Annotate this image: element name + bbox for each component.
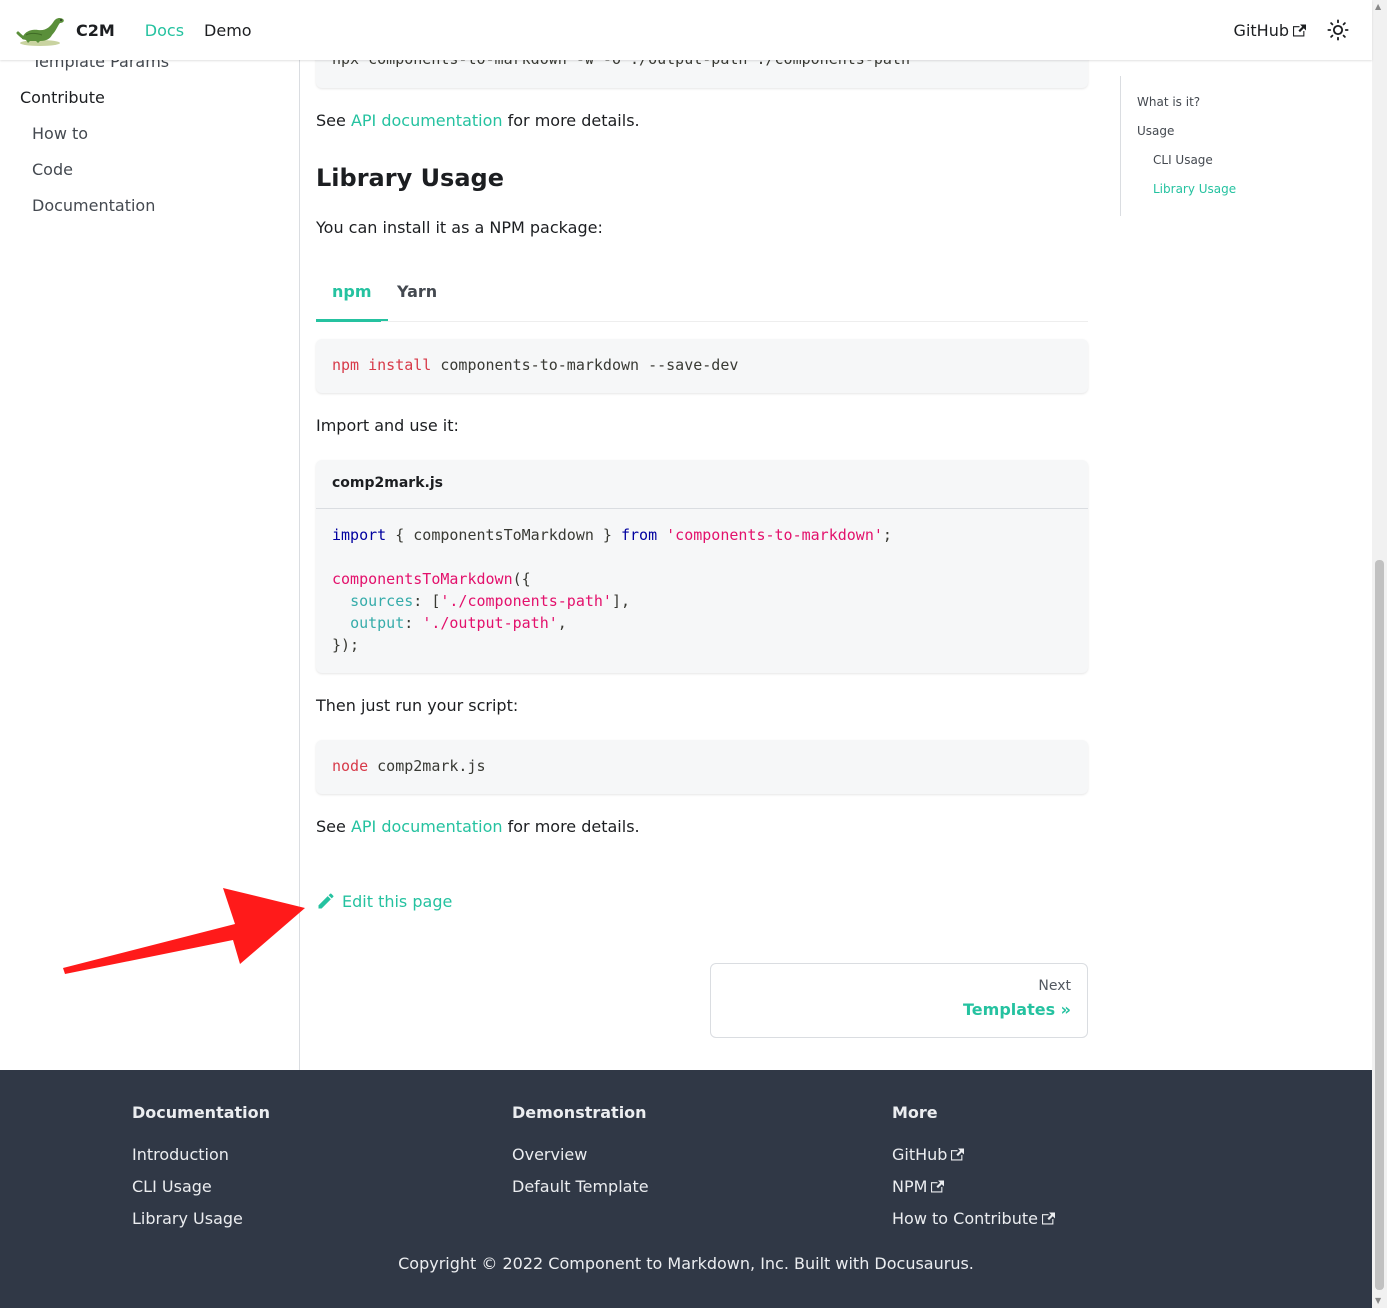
brand-link[interactable]: C2M (16, 13, 115, 47)
pagination-sublabel: Next (1038, 978, 1071, 994)
external-link-icon (931, 1180, 945, 1193)
pagination-next[interactable]: Next Templates » (710, 963, 1088, 1038)
toc-item-what-is-it[interactable]: What is it? (1137, 95, 1200, 109)
sidebar-item-code[interactable]: Code (32, 160, 73, 179)
sidebar-item-how-to[interactable]: How to (32, 124, 88, 143)
code-block-title: comp2mark.js (332, 475, 443, 491)
api-documentation-link-2[interactable]: API documentation (351, 817, 503, 836)
tabs-divider (381, 321, 1088, 322)
code-line-3: componentsToMarkdown({ (332, 570, 531, 588)
footer-link-cli-usage[interactable]: CLI Usage (132, 1177, 212, 1196)
library-usage-heading: Library Usage (316, 164, 504, 192)
run-intro-text: Then just run your script: (316, 696, 519, 715)
nav-link-github[interactable]: GitHub (1234, 21, 1306, 40)
dinosaur-logo-icon (16, 17, 64, 46)
scroll-up-arrow-icon[interactable]: ▲ (1375, 2, 1381, 11)
footer-link-github[interactable]: GitHub (892, 1145, 965, 1164)
footer-link-default-template[interactable]: Default Template (512, 1177, 649, 1196)
toc-item-library-usage[interactable]: Library Usage (1153, 182, 1236, 196)
node-run-code-block: node comp2mark.js (316, 740, 1088, 794)
page-scrollbar[interactable]: ▲ ▼ (1372, 0, 1387, 1308)
pencil-icon (318, 893, 334, 909)
edit-this-page-label: Edit this page (342, 891, 453, 911)
external-link-icon (1041, 1212, 1055, 1225)
see-prefix: See (316, 111, 351, 130)
footer-title-demonstration: Demonstration (512, 1103, 647, 1122)
scroll-down-arrow-icon[interactable]: ▼ (1375, 1296, 1381, 1305)
brand-title: C2M (76, 20, 115, 40)
code-line-4: sources: ['./components-path'], (350, 592, 631, 610)
see-api-paragraph-1: See API documentation for more details. (316, 111, 640, 130)
see-suffix: for more details. (502, 817, 640, 836)
nav-link-docs[interactable]: Docs (145, 21, 184, 40)
tab-yarn[interactable]: Yarn (381, 268, 453, 322)
code-title-divider (316, 508, 1088, 509)
api-documentation-link-1[interactable]: API documentation (351, 111, 503, 130)
navbar: C2M Docs Demo GitHub (0, 0, 1372, 60)
footer-link-how-to-contribute-label: How to Contribute (892, 1209, 1038, 1228)
node-run-command: node comp2mark.js (332, 757, 486, 775)
nav-link-demo[interactable]: Demo (204, 21, 252, 40)
toc-item-usage[interactable]: Usage (1137, 124, 1174, 138)
sun-icon (1327, 19, 1349, 41)
comp2mark-code-block: comp2mark.js import { componentsToMarkdo… (316, 460, 1088, 673)
pagination-label: Templates » (963, 1000, 1071, 1019)
toc-item-cli-usage[interactable]: CLI Usage (1153, 153, 1213, 167)
import-intro-text: Import and use it: (316, 416, 459, 435)
edit-this-page-link[interactable]: Edit this page (316, 891, 452, 911)
footer-link-library-usage[interactable]: Library Usage (132, 1209, 243, 1228)
footer-link-npm[interactable]: NPM (892, 1177, 945, 1196)
table-of-contents: What is it? Usage CLI Usage Library Usag… (1120, 76, 1360, 216)
footer-link-how-to-contribute[interactable]: How to Contribute (892, 1209, 1055, 1228)
theme-toggle-button[interactable] (1320, 12, 1356, 48)
npm-install-command: npm install components-to-markdown --sav… (332, 356, 739, 374)
see-api-paragraph-2: See API documentation for more details. (316, 817, 640, 836)
tab-npm[interactable]: npm (316, 268, 388, 322)
code-line-1: import { componentsToMarkdown } from 'co… (332, 526, 892, 544)
external-link-icon (951, 1148, 965, 1161)
annotation-arrow-icon (63, 888, 305, 974)
footer-link-overview[interactable]: Overview (512, 1145, 587, 1164)
sidebar-item-documentation[interactable]: Documentation (32, 196, 155, 215)
code-line-5: output: './output-path', (350, 614, 567, 632)
scrollbar-thumb[interactable] (1375, 560, 1384, 1290)
see-suffix: for more details. (502, 111, 640, 130)
external-link-icon (1293, 24, 1306, 36)
footer: Documentation Introduction CLI Usage Lib… (0, 1070, 1372, 1308)
npm-install-code-block: npm install components-to-markdown --sav… (316, 339, 1088, 393)
see-prefix: See (316, 817, 351, 836)
sidebar-category-contribute[interactable]: Contribute (20, 88, 105, 107)
footer-title-documentation: Documentation (132, 1103, 271, 1122)
footer-link-introduction[interactable]: Introduction (132, 1145, 229, 1164)
nav-github-label: GitHub (1233, 20, 1289, 40)
footer-copyright: Copyright © 2022 Component to Markdown, … (398, 1254, 974, 1273)
footer-link-npm-label: NPM (892, 1177, 928, 1196)
footer-title-more: More (892, 1103, 938, 1122)
footer-link-github-label: GitHub (892, 1145, 948, 1164)
install-intro-text: You can install it as a NPM package: (316, 218, 603, 237)
code-line-6: }); (332, 636, 360, 654)
